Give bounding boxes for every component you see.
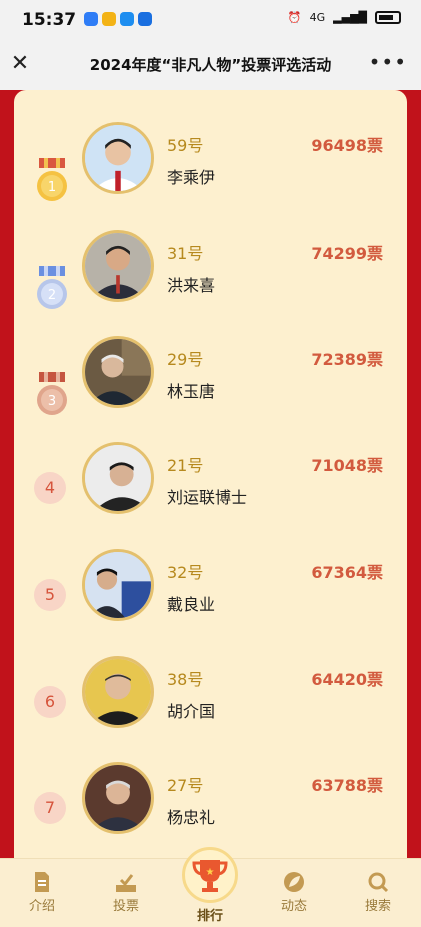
vote-count: 72389票: [311, 350, 383, 369]
candidate-name: 戴良业: [167, 595, 216, 614]
nav-intro-label: 介绍: [28, 899, 55, 914]
vote-count: 71048票: [311, 456, 383, 475]
nav-news[interactable]: 动态: [264, 871, 324, 914]
gold-medal-icon: 1: [37, 158, 67, 201]
more-icon[interactable]: •••: [369, 50, 407, 74]
candidate-number: 32号: [167, 563, 204, 582]
nav-vote-label: 投票: [112, 899, 139, 914]
search-icon: [368, 872, 389, 893]
rank-row[interactable]: 4 21号 刘运联博士 71048票: [14, 442, 407, 542]
network-label: 4G: [309, 11, 326, 24]
rank-number: 5: [34, 579, 66, 611]
nav-search[interactable]: 搜索: [348, 871, 408, 914]
signal-icon: ▂▄▆█: [333, 11, 367, 24]
candidate-number: 59号: [167, 136, 204, 155]
title-bar: ✕ 2024年度“非凡人物”投票评选活动 •••: [0, 40, 421, 90]
silver-medal-icon: 2: [37, 266, 67, 309]
app-notification-icon: [138, 12, 152, 26]
ranking-stage: 1 59号 李乘伊 96498票 2 31号 洪来喜 74299票 3 29号 …: [0, 90, 421, 870]
rank-row[interactable]: 5 32号 戴良业 67364票: [14, 549, 407, 649]
rank-row[interactable]: 2 31号 洪来喜 74299票: [14, 230, 407, 330]
avatar: [82, 336, 154, 408]
trophy-icon: ★: [192, 860, 228, 892]
svg-text:3: 3: [48, 394, 56, 409]
candidate-name: 林玉唐: [167, 382, 216, 401]
vote-count: 74299票: [311, 244, 383, 263]
status-bar: 15:37 ⏰ 4G ▂▄▆█: [0, 0, 421, 40]
candidate-number: 21号: [167, 456, 204, 475]
app-notification-icon: [120, 12, 134, 26]
candidate-name: 李乘伊: [167, 168, 216, 187]
notification-icons: [84, 12, 152, 26]
document-icon: [35, 872, 49, 892]
battery-icon: [375, 11, 401, 24]
vote-count: 64420票: [311, 670, 383, 689]
candidate-name: 洪来喜: [167, 276, 216, 295]
status-time: 15:37: [22, 10, 77, 30]
svg-text:1: 1: [48, 180, 56, 195]
vote-icon: [116, 874, 136, 892]
nav-news-label: 动态: [280, 899, 307, 914]
svg-text:★: ★: [206, 867, 215, 878]
candidate-name: 刘运联博士: [167, 488, 248, 507]
avatar: [82, 442, 154, 514]
nav-intro[interactable]: 介绍: [12, 871, 72, 914]
vote-count: 96498票: [311, 136, 383, 155]
candidate-name: 杨忠礼: [167, 808, 216, 827]
rank-number: 7: [34, 792, 66, 824]
alarm-icon: ⏰: [287, 11, 302, 24]
avatar: [82, 122, 154, 194]
avatar: [82, 230, 154, 302]
rank-row[interactable]: 1 59号 李乘伊 96498票: [14, 122, 407, 222]
page-title: 2024年度“非凡人物”投票评选活动: [89, 56, 332, 74]
nav-vote[interactable]: 投票: [96, 871, 156, 914]
nav-rank-label: 排行: [196, 909, 223, 924]
candidate-number: 38号: [167, 670, 204, 689]
status-indicators: ⏰ 4G ▂▄▆█: [288, 11, 401, 24]
vote-count: 63788票: [311, 776, 383, 795]
vote-count: 67364票: [311, 563, 383, 582]
rank-row[interactable]: 3 29号 林玉唐 72389票: [14, 336, 407, 436]
rank-number: 6: [34, 686, 66, 718]
svg-text:2: 2: [48, 288, 56, 303]
rank-row[interactable]: 6 38号 胡介国 64420票: [14, 656, 407, 756]
nav-search-label: 搜索: [364, 899, 391, 914]
app-notification-icon: [84, 12, 98, 26]
avatar: [82, 656, 154, 728]
bronze-medal-icon: 3: [37, 372, 67, 415]
rank-number: 4: [34, 472, 66, 504]
candidate-number: 31号: [167, 244, 204, 263]
avatar: [82, 549, 154, 621]
avatar: [82, 762, 154, 834]
leaf-icon: [284, 872, 304, 892]
bottom-nav: 介绍 投票 ★ 排行 动态 搜索: [0, 847, 421, 927]
candidate-number: 29号: [167, 350, 204, 369]
nav-rank[interactable]: ★: [182, 847, 238, 903]
candidate-number: 27号: [167, 776, 204, 795]
candidate-name: 胡介国: [167, 702, 216, 721]
app-notification-icon: [102, 12, 116, 26]
